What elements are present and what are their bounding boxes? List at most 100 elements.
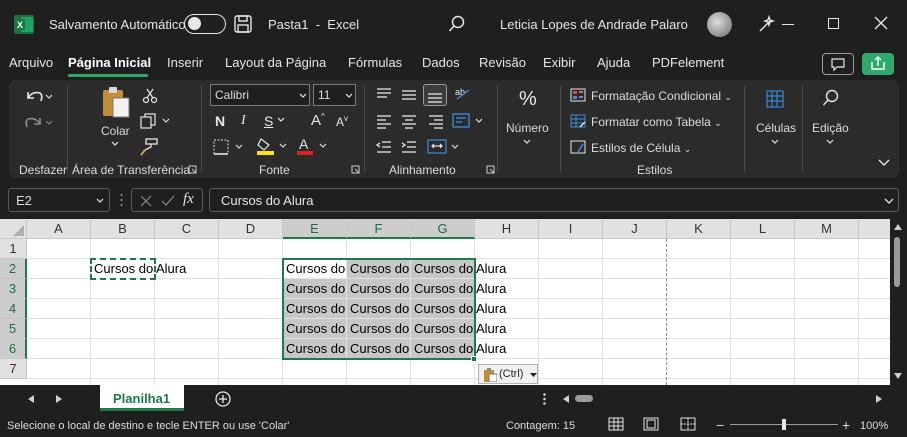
font-color-icon[interactable]: A [296, 136, 330, 156]
status-count[interactable]: Contagem: 15 [506, 420, 575, 432]
align-right-icon[interactable] [427, 113, 445, 129]
sheet-tab-planilha1[interactable]: Planilha1 [100, 385, 184, 411]
font-size-select[interactable]: 11 [313, 84, 356, 106]
formula-input[interactable]: Cursos do Alura [209, 188, 899, 212]
cell-styles-button[interactable]: Estilos de Célula ⌄ [591, 141, 691, 155]
save-icon[interactable] [234, 15, 252, 33]
name-box[interactable]: E2 [8, 188, 110, 212]
alignment-dialog-launcher-icon[interactable] [486, 165, 495, 174]
comments-button[interactable] [822, 53, 854, 75]
fill-handle[interactable] [471, 356, 477, 362]
column-header-d[interactable]: D [219, 219, 283, 239]
column-header-k[interactable]: K [667, 219, 731, 239]
vertical-scroll-thumb[interactable] [894, 237, 900, 287]
page-layout-view-icon[interactable] [643, 417, 659, 431]
cells-icon[interactable] [766, 90, 784, 108]
minimize-icon[interactable] [782, 24, 794, 25]
text-orientation-icon[interactable]: ab [454, 85, 486, 105]
column-header-a[interactable]: A [27, 219, 91, 239]
zoom-slider-thumb[interactable] [782, 419, 786, 430]
column-header-n[interactable] [859, 219, 890, 239]
italic-button[interactable]: I [241, 113, 246, 129]
number-dropdown-chevron-icon[interactable] [522, 138, 532, 146]
clipboard-dialog-launcher-icon[interactable] [188, 165, 197, 174]
collapse-ribbon-chevron-icon[interactable] [877, 158, 891, 168]
tab-pagina-inicial[interactable]: Página Inicial [68, 55, 151, 70]
tab-arquivo[interactable]: Arquivo [9, 55, 53, 70]
align-left-icon[interactable] [375, 113, 393, 129]
tab-revisao[interactable]: Revisão [479, 55, 526, 70]
column-header-e[interactable]: E [283, 219, 347, 239]
cancel-entry-icon[interactable] [139, 194, 153, 208]
column-header-j[interactable]: J [603, 219, 667, 239]
shrink-font-button[interactable]: Av [336, 114, 348, 129]
align-center-icon[interactable] [400, 113, 418, 129]
increase-indent-icon[interactable] [400, 139, 418, 155]
merge-center-icon[interactable] [427, 138, 461, 156]
row-header-6[interactable]: 6 [0, 339, 27, 359]
scroll-right-icon[interactable] [876, 395, 882, 403]
borders-icon[interactable] [213, 138, 245, 156]
paste-options-button[interactable]: (Ctrl) [478, 364, 538, 384]
font-dialog-launcher-icon[interactable] [351, 165, 360, 174]
grow-font-button[interactable]: A^ [311, 112, 325, 129]
editing-dropdown-chevron-icon[interactable] [825, 138, 835, 146]
align-bottom-button[interactable] [423, 84, 447, 106]
row-header-3[interactable]: 3 [0, 279, 27, 299]
undo-icon[interactable] [24, 87, 52, 105]
conditional-formatting-button[interactable]: Formatação Condicional ⌄ [591, 89, 732, 103]
align-middle-icon[interactable] [400, 86, 418, 102]
close-icon[interactable] [874, 16, 888, 30]
format-painter-icon[interactable] [140, 138, 158, 156]
insert-function-button[interactable]: fx [183, 191, 194, 208]
cell-styles-icon[interactable] [570, 140, 586, 154]
column-header-c[interactable]: C [155, 219, 219, 239]
row-header-4[interactable]: 4 [0, 299, 27, 319]
cut-icon[interactable] [142, 88, 158, 104]
add-sheet-icon[interactable] [215, 391, 231, 407]
cells-dropdown-chevron-icon[interactable] [770, 138, 780, 146]
font-name-select[interactable]: Calibri [210, 84, 310, 106]
tab-exibir[interactable]: Exibir [543, 55, 576, 70]
scroll-left-icon[interactable] [563, 395, 569, 403]
zoom-in-button[interactable]: + [842, 417, 850, 433]
page-break-preview-icon[interactable] [680, 417, 696, 431]
column-header-l[interactable]: L [731, 219, 795, 239]
tab-pdfelement[interactable]: PDFelement [652, 55, 724, 70]
scroll-down-icon[interactable] [894, 373, 902, 379]
column-header-f[interactable]: F [347, 219, 411, 239]
column-header-h[interactable]: H [475, 219, 539, 239]
spreadsheet-grid[interactable]: A B C D E F G H I J K L M 1 2 3 4 5 6 7 … [0, 219, 890, 385]
prev-sheet-icon[interactable] [28, 395, 34, 403]
designer-wand-icon[interactable] [758, 15, 776, 33]
paste-dropdown-chevron-icon[interactable] [110, 140, 120, 148]
editing-button-label[interactable]: Edição [812, 121, 849, 135]
format-as-table-icon[interactable] [570, 114, 586, 128]
select-all-corner[interactable] [0, 219, 27, 239]
row-header-5[interactable]: 5 [0, 319, 27, 339]
share-button[interactable] [862, 53, 894, 75]
row-header-2[interactable]: 2 [0, 259, 27, 279]
cells-button-label[interactable]: Células [756, 121, 796, 135]
number-format-button-label[interactable]: Número [506, 121, 549, 135]
tab-layout-da-pagina[interactable]: Layout da Página [225, 55, 326, 70]
next-sheet-icon[interactable] [56, 395, 62, 403]
column-header-g[interactable]: G [411, 219, 475, 239]
editing-search-icon[interactable] [822, 89, 840, 107]
format-as-table-button[interactable]: Formatar como Tabela ⌄ [591, 115, 722, 129]
autosave-toggle[interactable] [184, 14, 226, 34]
formula-bar-drag-handle[interactable] [120, 191, 123, 209]
paste-button-label[interactable]: Colar [101, 124, 130, 138]
column-header-i[interactable]: I [539, 219, 603, 239]
user-name[interactable]: Leticia Lopes de Andrade Palaro [500, 17, 688, 32]
decrease-indent-icon[interactable] [375, 139, 393, 155]
tab-ajuda[interactable]: Ajuda [597, 55, 630, 70]
maximize-icon[interactable] [828, 18, 839, 29]
conditional-formatting-icon[interactable] [570, 88, 586, 102]
paste-icon[interactable] [100, 86, 130, 118]
fill-color-icon[interactable] [256, 136, 290, 156]
bold-button[interactable]: N [215, 113, 225, 129]
scroll-up-icon[interactable] [894, 224, 902, 230]
tab-formulas[interactable]: Fórmulas [348, 55, 402, 70]
zoom-level[interactable]: 100% [860, 420, 888, 432]
